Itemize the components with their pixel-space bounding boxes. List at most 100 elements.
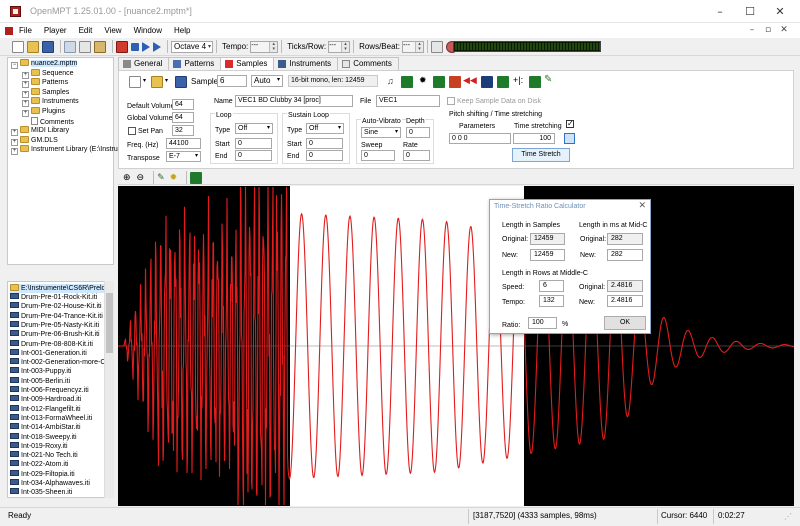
maximize-button[interactable]: ☐: [735, 4, 765, 19]
reverse-icon[interactable]: ◀◀: [463, 75, 477, 86]
list-item[interactable]: Int-013-FormaWheel.iti: [10, 413, 92, 423]
menu-edit[interactable]: Edit: [73, 23, 99, 38]
list-item[interactable]: Drum-Pre-08-808-Kit.iti: [10, 339, 93, 349]
open-folder-icon[interactable]: [27, 40, 39, 53]
freq-spinner[interactable]: 44100: [166, 138, 201, 149]
loop-start-spinner[interactable]: 0: [235, 138, 272, 149]
center-icon[interactable]: +|:: [513, 75, 523, 85]
list-item[interactable]: Int-035-Sheen.iti: [10, 488, 72, 497]
chevron-down-icon[interactable]: ▾: [165, 77, 168, 84]
ok-button[interactable]: OK: [604, 316, 646, 330]
keep-on-disk-checkbox[interactable]: [447, 97, 455, 105]
list-item[interactable]: Drum-Pre-06-Brush-Kit.iti: [10, 330, 100, 339]
menu-view[interactable]: View: [98, 23, 127, 38]
list-item[interactable]: Int-009-Hardroad.iti: [10, 395, 81, 404]
save-icon[interactable]: [42, 40, 54, 53]
list-item[interactable]: Drum-Pre-05-Nasty-Kit.iti: [10, 320, 99, 330]
set-pan-spinner[interactable]: 32: [172, 125, 194, 136]
time-stretch-ratio-input[interactable]: 100: [513, 133, 555, 144]
tempo-spinner[interactable]: --- ▴ ▾: [250, 40, 279, 53]
list-item[interactable]: Int-029-Filtopia.iti: [10, 469, 75, 479]
panel-splitter[interactable]: [7, 267, 114, 279]
tree-item[interactable]: + MIDI Library: [11, 126, 69, 137]
tab-instruments[interactable]: Instruments: [273, 57, 339, 70]
play-icon[interactable]: [142, 41, 150, 52]
tab-samples[interactable]: Samples: [220, 56, 275, 71]
octave-select[interactable]: Octave 4 ▾: [171, 40, 213, 53]
list-item[interactable]: Int-002-Generation-more-Octa: [10, 358, 113, 367]
save-sample-icon[interactable]: [175, 76, 187, 88]
list-item[interactable]: Drum-Pre-01-Rock-Kit.iti: [10, 293, 97, 302]
list-item[interactable]: Int-003-Puppy.iti: [10, 367, 71, 376]
resample-icon[interactable]: [433, 76, 445, 88]
list-item[interactable]: Int-014-AmbiStar.iti: [10, 423, 81, 432]
sample-number-spinner[interactable]: 6: [217, 75, 247, 87]
sun-icon[interactable]: ✹: [170, 172, 178, 183]
zoom-in-icon[interactable]: ⊕: [123, 172, 131, 183]
menu-window[interactable]: Window: [128, 23, 168, 38]
invert-icon[interactable]: [529, 76, 541, 88]
global-volume-spinner[interactable]: 64: [172, 112, 194, 123]
list-item[interactable]: Int-021-No Tech.iti: [10, 451, 78, 460]
tree-item[interactable]: − nuance2.mptm: [11, 59, 78, 69]
vibrato-type-select[interactable]: Sine ▾: [361, 127, 401, 138]
draw-pencil-icon[interactable]: ✎: [157, 172, 165, 183]
list-item[interactable]: Int-001-Generation.iti: [10, 348, 87, 358]
parameters-input[interactable]: 0 0 0: [449, 133, 511, 144]
waveform-view[interactable]: [118, 186, 794, 506]
tab-patterns[interactable]: Patterns: [168, 57, 222, 70]
grid-icon[interactable]: [190, 171, 203, 184]
ratio-input[interactable]: 100: [528, 317, 557, 329]
menu-help[interactable]: Help: [168, 23, 196, 38]
tree-item[interactable]: + Instruments: [22, 97, 79, 108]
ticks-spinner[interactable]: --- ▴ ▾: [328, 40, 351, 53]
stop-icon[interactable]: [131, 42, 139, 51]
menu-file[interactable]: File: [13, 23, 38, 38]
list-item[interactable]: Int-006-Frequencyz.iti: [10, 386, 89, 395]
loop-end-spinner[interactable]: 0: [235, 150, 272, 161]
new-samples-input[interactable]: 12459: [530, 249, 565, 261]
normalize-icon[interactable]: [449, 76, 461, 88]
tree-expander[interactable]: −: [11, 62, 18, 69]
new-rows-input[interactable]: 2.4816: [607, 295, 643, 307]
zoom-out-icon[interactable]: ⊖: [137, 172, 145, 183]
list-item[interactable]: Drum-Pre-02-House-Kit.iti: [10, 302, 102, 311]
new-sample-icon[interactable]: [129, 76, 141, 88]
draw-icon[interactable]: [401, 76, 413, 88]
note-icon[interactable]: ♫: [387, 76, 394, 86]
list-item[interactable]: Drum-Pre-04-Trance-Kit.iti: [10, 311, 103, 321]
copy-icon[interactable]: [79, 40, 91, 53]
pencil-icon[interactable]: ✎: [544, 74, 552, 85]
tab-comments[interactable]: Comments: [337, 57, 399, 70]
loop-type-select[interactable]: Off ▾: [235, 123, 273, 134]
sample-file-input[interactable]: VEC1: [376, 95, 440, 107]
list-item[interactable]: Int-019-Roxy.iti: [10, 441, 68, 451]
set-pan-checkbox[interactable]: [128, 127, 136, 135]
minimize-button[interactable]: –: [705, 4, 735, 19]
tree-expander[interactable]: +: [11, 148, 18, 156]
new-ms-input[interactable]: 282: [607, 249, 643, 261]
ratio-calculator-button[interactable]: [564, 133, 575, 144]
resize-grip[interactable]: ⋰: [784, 512, 792, 521]
chevron-down-icon[interactable]: ▾: [143, 77, 146, 84]
default-volume-spinner[interactable]: 64: [172, 99, 194, 110]
list-item[interactable]: Int-022-Atom.iti: [10, 460, 68, 469]
file-list-path[interactable]: E:\Instrumente\CS6R\Preloa: [10, 284, 110, 293]
close-button[interactable]: ✕: [765, 4, 795, 19]
tree-item[interactable]: + Plugins: [22, 107, 65, 117]
sustain-start-spinner[interactable]: 0: [306, 138, 343, 149]
sun-icon[interactable]: ✹: [419, 75, 427, 86]
settings-icon[interactable]: [430, 40, 443, 53]
tree-item[interactable]: + GM.DLS: [11, 135, 58, 146]
mdi-restore-button[interactable]: ▫: [761, 24, 775, 37]
sample-name-input[interactable]: VEC1 BD Clubby 34 [proc]: [235, 95, 353, 107]
mixer-icon[interactable]: [116, 40, 128, 53]
list-item[interactable]: Int-018-Sweepy.iti: [10, 432, 77, 442]
mdi-minimize-button[interactable]: –: [745, 24, 759, 37]
play-pattern-icon[interactable]: [153, 41, 161, 52]
tree-item[interactable]: + Instrument Library (E:\Instrum: [11, 145, 124, 156]
list-item[interactable]: Int-005-Berlin.iti: [10, 376, 70, 386]
tree-item[interactable]: Comments: [22, 116, 74, 127]
silence-icon[interactable]: [481, 76, 493, 88]
tree-item[interactable]: + Samples: [22, 87, 69, 98]
